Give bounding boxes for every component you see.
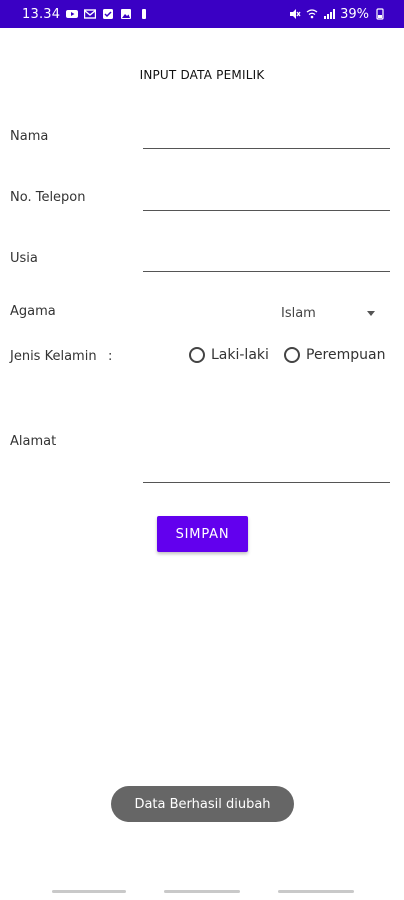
radio-label-laki-laki: Laki-laki (211, 347, 269, 363)
toast-message: Data Berhasil diubah (111, 786, 294, 822)
radio-laki-laki[interactable]: Laki-laki (189, 347, 269, 363)
signal-icon (323, 8, 336, 20)
youtube-icon (66, 8, 79, 20)
navigation-bar (0, 884, 404, 900)
radio-circle-icon[interactable] (284, 347, 300, 363)
simpan-button[interactable]: SIMPAN (157, 516, 248, 552)
gmail-icon (84, 8, 97, 20)
page-title: INPUT DATA PEMILIK (139, 68, 265, 82)
check-notification-icon (102, 8, 114, 20)
wifi-icon (306, 8, 318, 20)
battery-percentage: 39% (340, 6, 369, 22)
battery-icon (374, 8, 386, 20)
telepon-input[interactable] (143, 190, 390, 211)
nav-home-button[interactable] (164, 890, 240, 893)
nama-label: Nama (10, 129, 49, 144)
mute-icon (289, 8, 301, 20)
radio-perempuan[interactable]: Perempuan (284, 347, 385, 363)
telepon-label: No. Telepon (10, 190, 86, 205)
nav-back-button[interactable] (278, 890, 354, 893)
gallery-icon (120, 8, 132, 20)
radio-label-perempuan: Perempuan (306, 347, 386, 363)
jenis-kelamin-label: Jenis Kelamin (10, 349, 97, 364)
agama-dropdown[interactable]: Islam (281, 303, 381, 323)
status-left: 13.34 (0, 7, 150, 22)
status-bar: 13.34 39% (0, 0, 404, 28)
jenis-kelamin-colon: : (108, 349, 113, 364)
nama-input[interactable] (143, 128, 390, 149)
alamat-input[interactable] (143, 462, 390, 483)
nav-recents-button[interactable] (52, 890, 126, 893)
alamat-label: Alamat (10, 434, 57, 449)
agama-label: Agama (10, 304, 56, 319)
clock: 13.34 (22, 6, 61, 22)
usia-label: Usia (10, 251, 38, 266)
radio-circle-icon[interactable] (189, 347, 205, 363)
status-right: 39% (289, 7, 404, 22)
dropdown-arrow-icon (367, 310, 375, 316)
agama-selected-value: Islam (281, 305, 316, 321)
usia-input[interactable] (143, 251, 390, 272)
vertical-bar-icon (138, 8, 150, 20)
